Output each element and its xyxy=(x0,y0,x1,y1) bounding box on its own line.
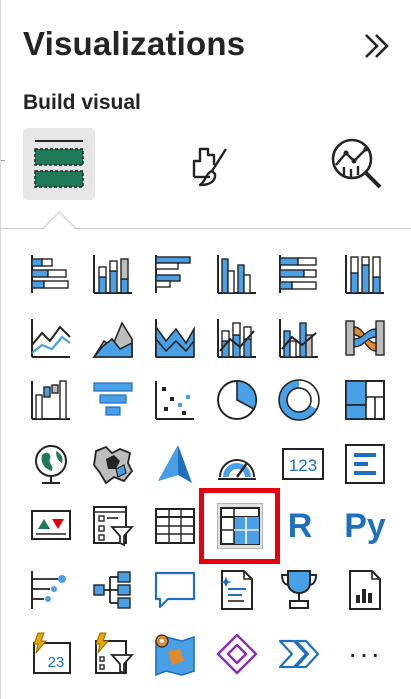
line-and-stacked-column-chart-icon xyxy=(217,319,256,358)
donut-chart-icon xyxy=(278,379,320,421)
visual-100-stacked-column-chart[interactable] xyxy=(342,251,388,297)
visual-kpi[interactable] xyxy=(28,503,74,549)
visual-filled-map[interactable] xyxy=(90,441,136,487)
tab-format-visual[interactable] xyxy=(173,128,245,200)
visual-power-automate-flow[interactable] xyxy=(276,631,322,677)
pane-edge-mark xyxy=(1,160,5,161)
visual-decomposition-tree[interactable] xyxy=(90,567,136,613)
stacked-column-chart-icon xyxy=(93,255,132,294)
card-icon: 123 xyxy=(282,448,324,480)
clustered-bar-chart-icon xyxy=(155,255,191,293)
visual-python[interactable]: Py xyxy=(340,503,390,549)
visual-card[interactable]: 123 xyxy=(280,441,326,487)
fields-icon xyxy=(34,140,84,188)
visual-power-apps[interactable] xyxy=(214,631,260,677)
metrics-icon xyxy=(280,570,318,609)
key-influencers-icon xyxy=(31,571,66,609)
visual-funnel[interactable] xyxy=(90,377,136,423)
tab-build-visual[interactable] xyxy=(23,128,95,200)
format-brush-icon xyxy=(192,147,228,187)
visual-pie-chart[interactable] xyxy=(214,377,260,423)
tab-analytics[interactable] xyxy=(321,128,393,200)
scatter-chart-icon xyxy=(155,381,194,420)
build-visual-label: Build visual xyxy=(23,91,141,114)
funnel-icon xyxy=(93,382,133,416)
visual-stacked-bar-chart[interactable] xyxy=(28,251,74,297)
decomposition-tree-icon xyxy=(93,571,131,609)
treemap-icon xyxy=(345,380,385,420)
visual-100-stacked-bar-chart[interactable] xyxy=(276,251,322,297)
visual-line-and-clustered-column-chart[interactable] xyxy=(276,315,322,361)
visual-slicer[interactable] xyxy=(90,503,136,549)
ribbon-chart-icon xyxy=(345,320,385,356)
paginated-report-icon xyxy=(349,570,381,610)
visual-line-chart[interactable] xyxy=(28,315,74,361)
waterfall-chart-icon xyxy=(31,380,70,420)
visual-power-automate[interactable]: 23 xyxy=(28,631,74,677)
line-chart-icon xyxy=(31,319,71,358)
visual-gauge[interactable] xyxy=(214,441,260,487)
visual-power-apps-slicer[interactable] xyxy=(90,631,136,677)
visual-multi-row-card[interactable] xyxy=(342,441,388,487)
filled-map-icon xyxy=(93,445,134,485)
visual-waterfall-chart[interactable] xyxy=(28,377,74,423)
visual-azure-map[interactable] xyxy=(152,441,198,487)
visual-table[interactable] xyxy=(152,503,198,549)
python-visual-icon: Py xyxy=(344,507,386,545)
qa-icon xyxy=(154,571,196,609)
stacked-bar-chart-icon xyxy=(31,255,69,293)
visual-map[interactable] xyxy=(28,441,74,487)
visual-clustered-bar-chart[interactable] xyxy=(152,251,198,297)
visual-ribbon-chart[interactable] xyxy=(342,315,388,361)
100-stacked-column-chart-icon xyxy=(345,255,384,294)
pane-title: Visualizations xyxy=(23,25,246,62)
power-automate-icon: 23 xyxy=(33,632,71,674)
visual-stacked-area-chart[interactable] xyxy=(152,315,198,361)
analytics-magnifier-icon xyxy=(331,138,382,189)
visual-more-visuals[interactable]: ··· xyxy=(342,634,388,680)
more-visuals-icon: ··· xyxy=(348,638,382,669)
power-automate-flow-icon xyxy=(278,639,320,669)
kpi-icon xyxy=(31,510,71,540)
smart-narrative-icon xyxy=(220,570,253,610)
100-stacked-bar-chart-icon xyxy=(279,255,317,293)
power-apps-icon xyxy=(216,633,258,675)
azure-map-icon xyxy=(158,445,192,483)
visual-arcgis-map[interactable] xyxy=(152,631,198,677)
pie-chart-icon xyxy=(217,380,258,420)
collapse-pane-button[interactable] xyxy=(359,28,395,64)
card-icon-text: 123 xyxy=(289,456,317,475)
area-chart-icon xyxy=(92,321,133,358)
visual-clustered-column-chart[interactable] xyxy=(214,251,260,297)
gauge-icon xyxy=(218,459,256,480)
visual-paginated-report[interactable] xyxy=(342,567,388,613)
visual-metrics[interactable] xyxy=(276,567,322,613)
selected-visual-highlight xyxy=(199,488,280,564)
clustered-column-chart-icon xyxy=(217,255,256,294)
visual-donut-chart[interactable] xyxy=(276,377,322,423)
visual-key-influencers[interactable] xyxy=(28,567,74,613)
slicer-icon xyxy=(93,506,135,547)
visual-r-script[interactable]: R xyxy=(277,503,323,549)
visual-qa[interactable] xyxy=(152,567,198,613)
table-icon xyxy=(155,508,195,544)
visualizations-pane: Visualizations Build visual 123 R Py 23 … xyxy=(0,0,411,699)
power-automate-text: 23 xyxy=(48,654,65,671)
stacked-area-chart-icon xyxy=(155,319,195,358)
map-icon xyxy=(35,445,67,484)
visual-stacked-column-chart[interactable] xyxy=(90,251,136,297)
visual-smart-narrative[interactable] xyxy=(214,567,260,613)
power-apps-slicer-icon xyxy=(95,632,135,675)
visual-area-chart[interactable] xyxy=(90,315,136,361)
visual-treemap[interactable] xyxy=(342,377,388,423)
multi-row-card-icon xyxy=(345,444,385,484)
visual-scatter-chart[interactable] xyxy=(152,377,198,423)
line-and-clustered-column-chart-icon xyxy=(279,319,318,358)
visual-line-and-stacked-column-chart[interactable] xyxy=(214,315,260,361)
double-chevron-right-icon xyxy=(365,34,389,58)
r-script-visual-icon: R xyxy=(287,507,313,545)
active-tab-notch xyxy=(43,211,76,244)
arcgis-map-icon xyxy=(155,634,195,677)
